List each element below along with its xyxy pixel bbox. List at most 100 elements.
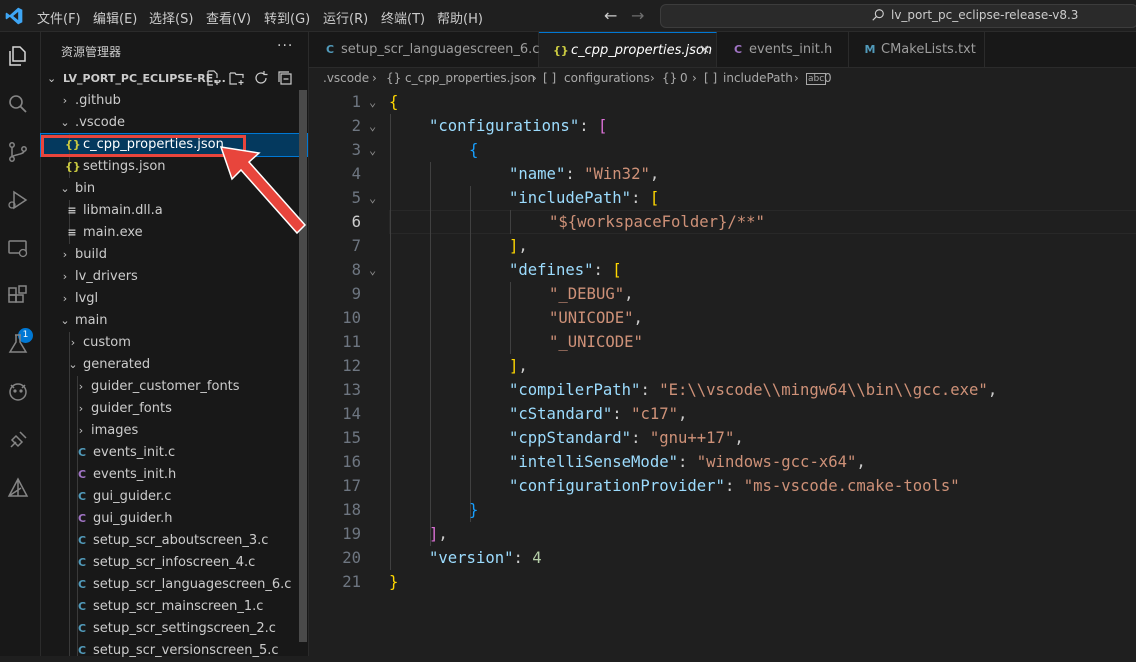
tree-folder-custom[interactable]: › custom	[67, 332, 131, 354]
tree-folder-guider-fonts[interactable]: › guider_fonts	[75, 398, 172, 420]
menu-go[interactable]: 转到(G)	[264, 8, 310, 27]
breadcrumb-include-0[interactable]: 0	[824, 71, 832, 85]
forward-arrow-icon[interactable]: →	[631, 6, 644, 25]
breadcrumb-configurations[interactable]: configurations	[564, 71, 650, 85]
project-folder-title[interactable]: LV_PORT_PC_ECLIPSE-RE...	[63, 72, 226, 85]
breadcrumb-vscode[interactable]: .vscode	[323, 71, 369, 85]
tree-folder-bin[interactable]: ⌄ bin	[59, 178, 95, 200]
binary-file-icon: ≡	[67, 204, 77, 217]
tree-file-aboutscreen[interactable]: Csetup_scr_aboutscreen_3.c	[75, 530, 268, 552]
code-line: ],	[509, 357, 528, 375]
tab-setup-scr-languagescreen[interactable]: Csetup_scr_languagescreen_6.c	[309, 32, 539, 67]
breadcrumb-includepath[interactable]: includePath	[723, 71, 793, 85]
tree-file-gui-guider-c[interactable]: Cgui_guider.c	[75, 486, 171, 508]
tree-file-versionscreen[interactable]: Csetup_scr_versionscreen_5.c	[75, 640, 279, 662]
tree-folder-images[interactable]: › images	[75, 420, 138, 442]
cmake-icon[interactable]	[6, 476, 30, 500]
code-editor[interactable]: 1 2 3 4 5 6 7 8 9 10 11 12 13 14 15 16 1…	[309, 90, 1136, 656]
line-number: 9	[351, 285, 361, 303]
h-file-icon: C	[77, 468, 87, 481]
tree-file-languagescreen[interactable]: Csetup_scr_languagescreen_6.c	[75, 574, 291, 596]
breadcrumb: .vscode › {} c_cpp_properties.json › [ ]…	[309, 68, 1136, 90]
search-icon	[872, 9, 884, 21]
remote-explorer-icon[interactable]	[6, 236, 30, 260]
tree-file-mainscreen[interactable]: Csetup_scr_mainscreen_1.c	[75, 596, 263, 618]
code-line: "defines": [	[509, 261, 622, 279]
code-line: "name": "Win32",	[509, 165, 660, 183]
platformio-alien-icon[interactable]	[6, 380, 30, 404]
line-number: 18	[342, 501, 361, 519]
menu-terminal[interactable]: 终端(T)	[381, 8, 425, 27]
menu-file[interactable]: 文件(F)	[37, 8, 81, 27]
tree-file-events-init-c[interactable]: Cevents_init.c	[75, 442, 175, 464]
menu-edit[interactable]: 编辑(E)	[93, 8, 137, 27]
line-number: 5	[351, 189, 361, 207]
tree-folder-guider-customer-fonts[interactable]: › guider_customer_fonts	[75, 376, 240, 398]
line-number: 15	[342, 429, 361, 447]
menu-help[interactable]: 帮助(H)	[437, 8, 483, 27]
object-icon: {}	[662, 71, 678, 85]
tree-file-gui-guider-h[interactable]: Cgui_guider.h	[75, 508, 173, 530]
new-file-icon[interactable]	[205, 70, 221, 86]
line-number: 8	[351, 261, 361, 279]
c-file-icon: C	[325, 43, 335, 56]
more-actions-icon[interactable]: ···	[277, 38, 293, 54]
code-line: }	[389, 573, 399, 591]
explorer-title: 资源管理器	[61, 45, 122, 59]
c-file-icon: C	[77, 600, 87, 613]
line-number: 20	[342, 549, 361, 567]
tree-file-libmain[interactable]: ≡ libmain.dll.a	[65, 200, 162, 222]
line-number: 13	[342, 381, 361, 399]
fold-chevron-icon[interactable]: ⌄	[369, 138, 376, 162]
new-folder-icon[interactable]	[229, 70, 245, 86]
code-line: "configurations": [	[429, 117, 608, 135]
extensions-icon[interactable]	[6, 284, 30, 308]
source-control-icon[interactable]	[6, 140, 30, 164]
c-file-icon: C	[77, 490, 87, 503]
code-line: }	[469, 501, 479, 519]
tree-file-main-exe[interactable]: ≡ main.exe	[65, 222, 142, 244]
fold-chevron-icon[interactable]: ⌄	[369, 258, 376, 282]
tree-file-events-init-h[interactable]: Cevents_init.h	[75, 464, 176, 486]
tab-events-init-h[interactable]: Cevents_init.h	[717, 32, 849, 67]
json-file-icon: {}	[553, 44, 569, 57]
collapse-all-icon[interactable]	[277, 70, 293, 86]
fold-chevron-icon[interactable]: ⌄	[369, 114, 376, 138]
c-file-icon: C	[77, 644, 87, 657]
tree-folder-lv-drivers[interactable]: › lv_drivers	[59, 266, 138, 288]
tree-folder-main[interactable]: ⌄ main	[59, 310, 107, 332]
tab-c-cpp-properties[interactable]: {} c_cpp_properties.json ✕	[539, 32, 717, 67]
tab-cmakelists[interactable]: M CMakeLists.txt	[849, 32, 985, 67]
search-sidebar-icon[interactable]	[6, 92, 30, 116]
fold-chevron-icon[interactable]: ⌄	[369, 90, 376, 114]
back-arrow-icon[interactable]: ←	[604, 6, 617, 25]
code-line: "_UNICODE"	[549, 333, 643, 351]
menu-view[interactable]: 查看(V)	[206, 8, 251, 27]
tree-file-infoscreen[interactable]: Csetup_scr_infoscreen_4.c	[75, 552, 255, 574]
tree-folder-vscode[interactable]: ⌄ .vscode	[59, 112, 125, 134]
refresh-icon[interactable]	[253, 70, 269, 86]
line-number: 2	[351, 117, 361, 135]
line-number: 19	[342, 525, 361, 543]
line-number: 16	[342, 453, 361, 471]
tree-folder-generated[interactable]: ⌄ generated	[67, 354, 150, 376]
tree-folder-lvgl[interactable]: › lvgl	[59, 288, 98, 310]
menu-run[interactable]: 运行(R)	[323, 8, 368, 27]
array-icon: [ ]	[704, 71, 718, 85]
testing-flask-icon[interactable]	[6, 332, 30, 356]
breadcrumb-file[interactable]: c_cpp_properties.json	[405, 71, 535, 85]
breadcrumb-index-0[interactable]: 0	[680, 71, 688, 85]
tree-folder-github[interactable]: › .github	[59, 90, 121, 112]
run-debug-icon[interactable]	[6, 188, 30, 212]
chevron-down-icon[interactable]: ⌄	[47, 72, 56, 85]
tree-file-settingscreen[interactable]: Csetup_scr_settingscreen_2.c	[75, 618, 276, 640]
close-icon[interactable]: ✕	[699, 33, 710, 68]
plug-icon[interactable]	[6, 428, 30, 452]
tree-file-settings[interactable]: {} settings.json	[65, 156, 166, 178]
activity-bar: 1	[0, 32, 41, 656]
fold-chevron-icon[interactable]: ⌄	[369, 186, 376, 210]
explorer-icon[interactable]	[6, 44, 30, 68]
menu-selection[interactable]: 选择(S)	[149, 8, 193, 27]
command-center-search[interactable]: lv_port_pc_eclipse-release-v8.3	[660, 4, 1136, 28]
tree-folder-build[interactable]: › build	[59, 244, 107, 266]
